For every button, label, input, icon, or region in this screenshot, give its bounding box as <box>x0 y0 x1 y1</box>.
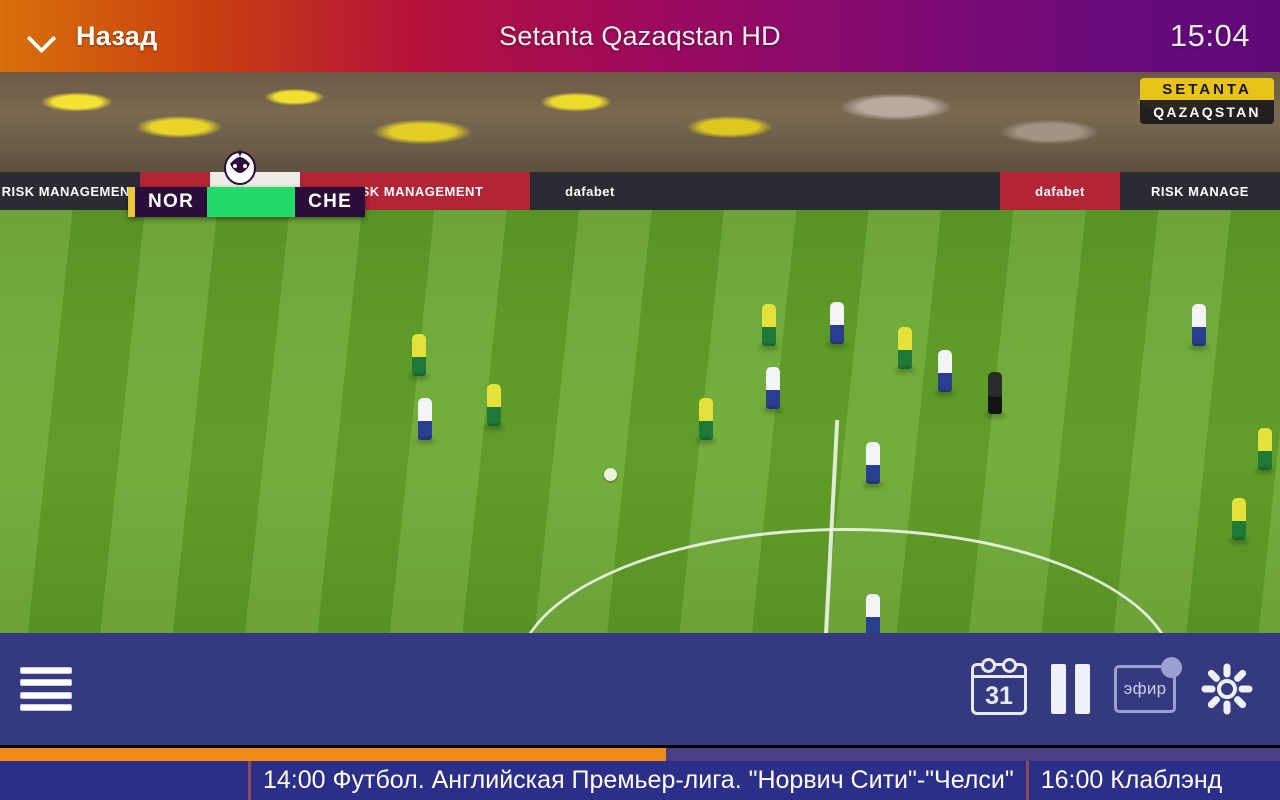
player-figure <box>762 304 776 346</box>
player-figure <box>487 384 501 426</box>
video-frame: RISK MANAGEMENT RISK MANAGEMENT dafabet daf… <box>0 72 1280 633</box>
home-team-abbr: NOR <box>135 187 208 217</box>
pitch-advert: RISK MANAGE <box>1120 172 1280 210</box>
score-bug-accent <box>128 187 135 217</box>
epg-bar: 14:00 Футбол. Английская Премьер-лига. "… <box>0 761 1280 800</box>
live-indicator-dot <box>1161 657 1182 678</box>
pause-icon[interactable] <box>1051 664 1090 714</box>
score-panel <box>207 187 296 217</box>
player-figure <box>866 594 880 633</box>
player-figure <box>766 367 780 409</box>
menu-line <box>20 691 72 699</box>
hamburger-menu-icon[interactable] <box>20 667 72 711</box>
channel-logo: SETANTA QAZAQSTAN <box>1140 78 1274 124</box>
back-button[interactable]: Назад <box>0 0 158 72</box>
pitch-advert <box>650 172 830 210</box>
menu-line <box>20 667 72 674</box>
back-button-label: Назад <box>76 20 158 51</box>
calendar-icon[interactable]: 31 <box>971 658 1027 715</box>
pitch-advert: RISK MANAGEMENT <box>0 172 140 210</box>
channel-logo-line2: QAZAQSTAN <box>1140 100 1274 124</box>
menu-line <box>20 703 72 711</box>
player-figure <box>898 327 912 369</box>
video-surface[interactable]: RISK MANAGEMENT RISK MANAGEMENT dafabet daf… <box>0 72 1280 633</box>
player-figure <box>412 334 426 376</box>
player-figure <box>1192 304 1206 346</box>
player-figure <box>418 398 432 440</box>
playback-progress-fill <box>0 748 666 761</box>
calendar-header-bar <box>974 675 1024 678</box>
gear-icon[interactable] <box>1200 662 1254 716</box>
pause-bar-left <box>1051 664 1066 714</box>
player-figure <box>830 302 844 344</box>
player-figure <box>1258 428 1272 470</box>
pitch-advert <box>830 172 1000 210</box>
centre-circle <box>516 528 1176 633</box>
football-pitch <box>0 210 1280 633</box>
player-figure <box>938 350 952 392</box>
pause-bar-right <box>1075 664 1090 714</box>
menu-line <box>20 679 72 687</box>
top-bar: Назад Setanta Qazaqstan HD 15:04 <box>0 0 1280 72</box>
away-team-abbr: CHE <box>295 187 366 217</box>
player-figure <box>866 442 880 484</box>
score-bug: NOR CHE <box>128 187 366 217</box>
control-icon-group: 31 эфир <box>971 657 1280 716</box>
player-figure <box>1232 498 1246 540</box>
live-label: эфир <box>1123 679 1167 698</box>
player-figure <box>988 372 1002 414</box>
epg-next-program[interactable]: 16:00 Клаблэнд <box>1029 761 1235 800</box>
stadium-stand <box>0 72 1280 172</box>
calendar-day-label: 31 <box>985 682 1013 710</box>
epg-current-program[interactable]: 14:00 Футбол. Английская Премьер-лига. "… <box>251 761 1026 800</box>
pitch-advert: dafabet <box>530 172 650 210</box>
channel-logo-line1: SETANTA <box>1140 78 1274 100</box>
clock: 15:04 <box>1169 18 1250 53</box>
playback-progress-track[interactable] <box>0 748 1280 761</box>
player-control-bar: 31 эфир <box>0 633 1280 745</box>
premier-league-crest-icon <box>224 149 256 185</box>
chevron-down-icon <box>28 21 58 51</box>
player-figure <box>699 398 713 440</box>
tv-player-screen: Назад Setanta Qazaqstan HD 15:04 RISK MA… <box>0 0 1280 800</box>
football <box>604 468 617 481</box>
live-tv-icon[interactable]: эфир <box>1114 657 1182 713</box>
channel-title: Setanta Qazaqstan HD <box>499 20 781 51</box>
pitch-advert: dafabet <box>1000 172 1120 210</box>
